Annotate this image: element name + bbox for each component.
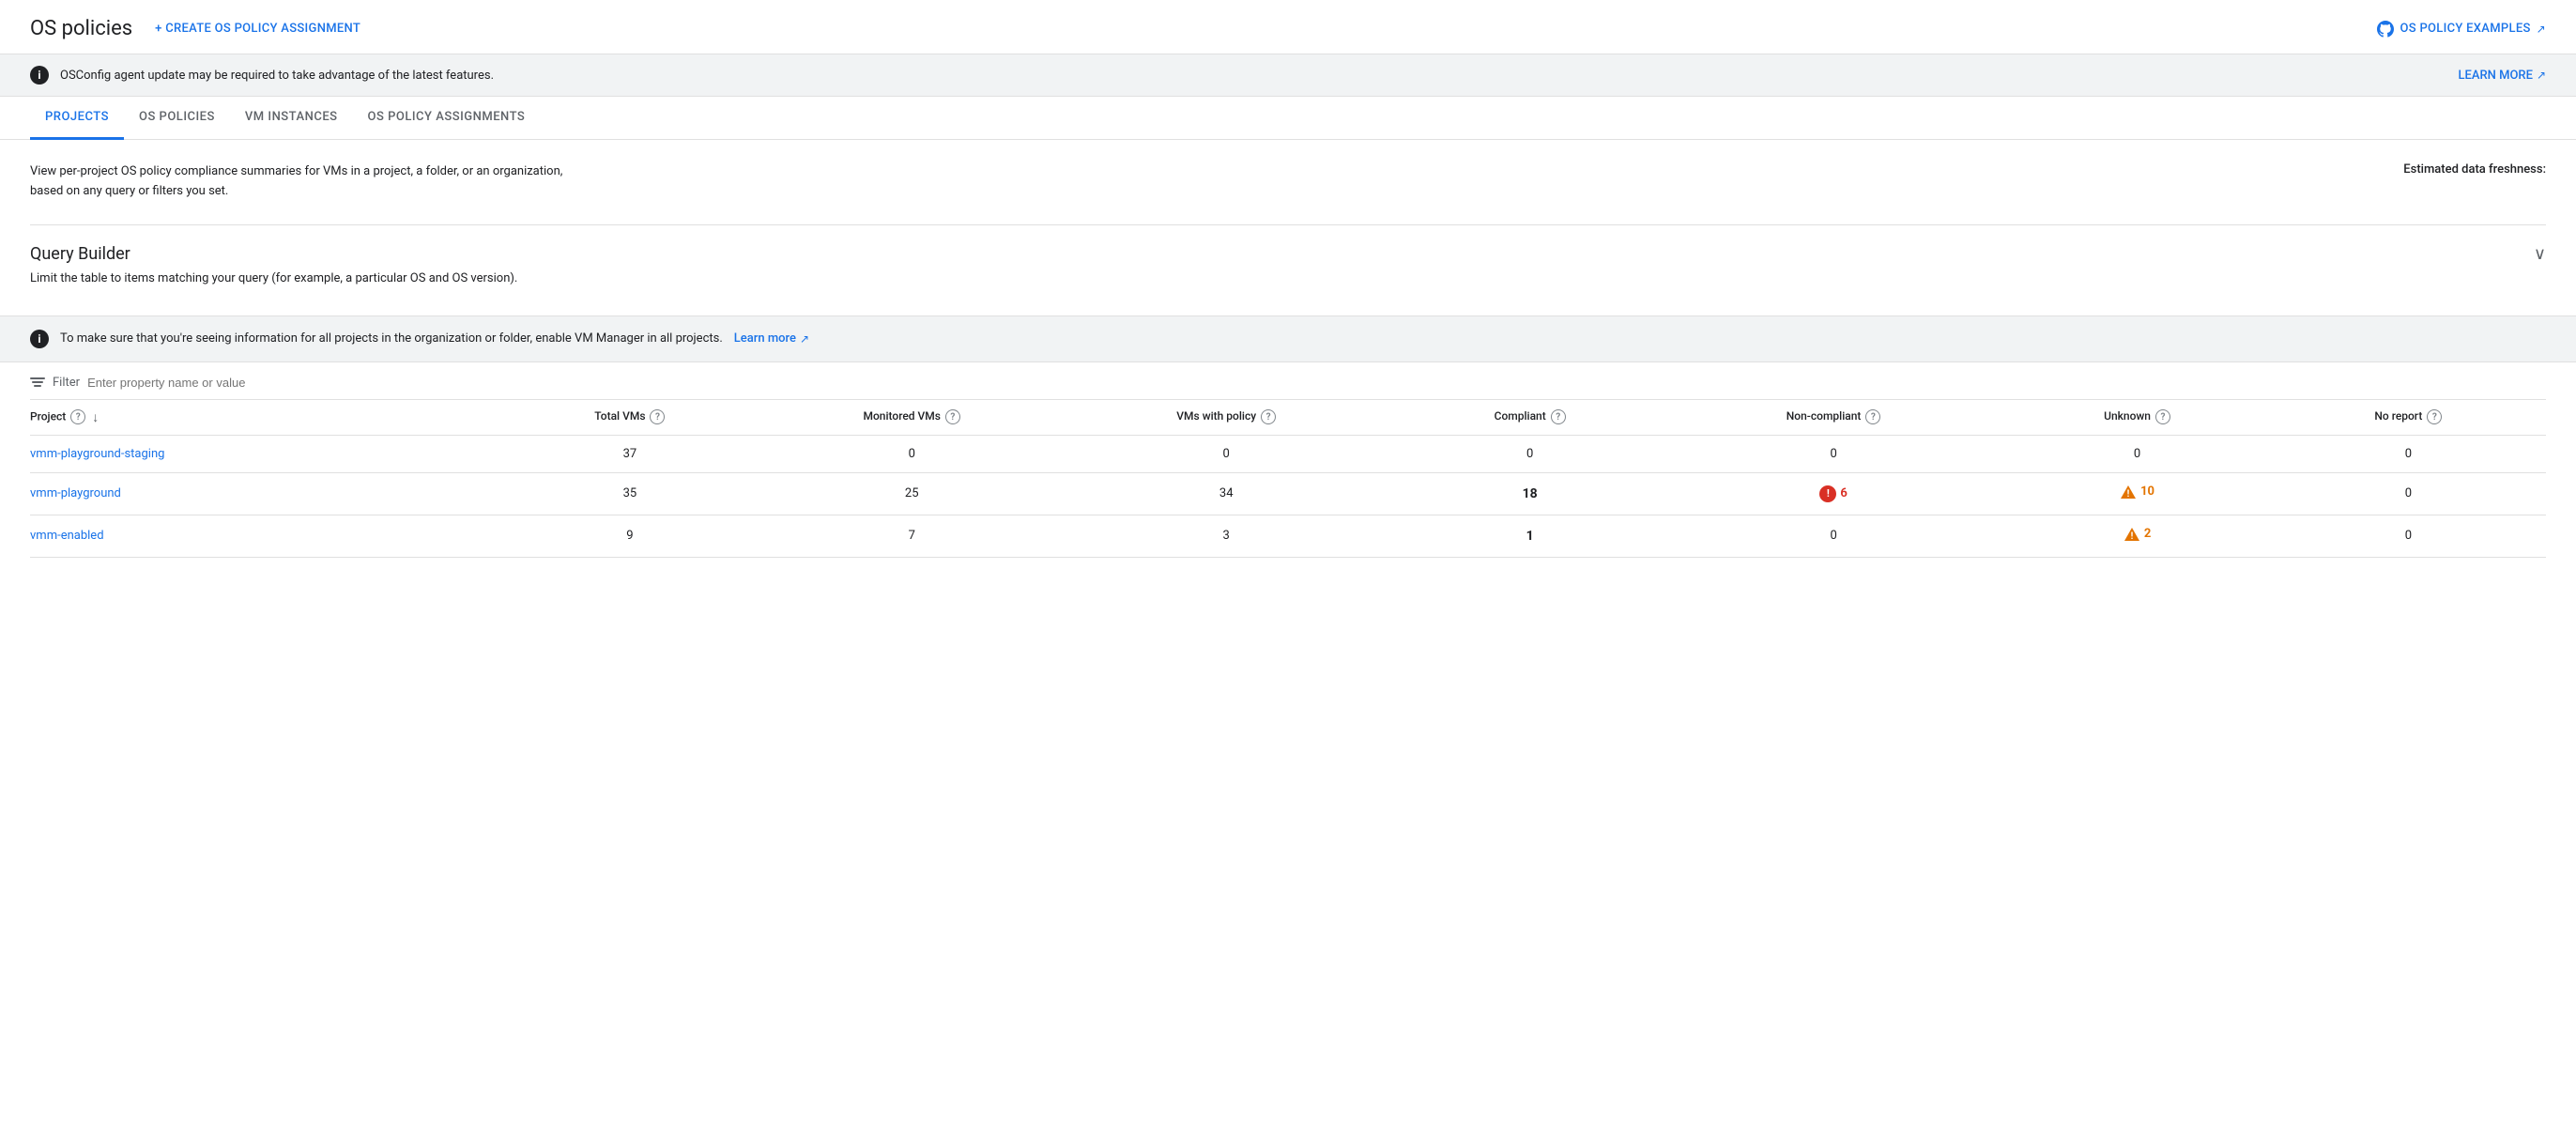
col-header-total-vms: Total VMs ? <box>507 400 767 436</box>
filter-bar: Filter <box>30 362 2546 400</box>
query-builder-title: Query Builder <box>30 244 130 264</box>
info-icon-1: i <box>30 66 49 85</box>
cell-noncompliant: 0 <box>1679 515 2004 557</box>
warning-triangle-icon: ! <box>2120 485 2137 500</box>
os-policy-examples-link[interactable]: OS POLICY EXAMPLES ↗ <box>2377 21 2546 38</box>
cell-compliant: 1 <box>1396 515 1678 557</box>
external-link-icon-2: ↗ <box>2537 69 2546 82</box>
info-banner-1: i OSConfig agent update may be required … <box>0 54 2576 97</box>
table-row: vmm-enabled97310! 20 <box>30 515 2546 557</box>
filter-label: Filter <box>53 376 80 390</box>
banner1-learn-more[interactable]: LEARN MORE ↗ <box>2458 69 2546 83</box>
unknown-badge: ! 10 <box>2120 485 2154 500</box>
banner1-text: OSConfig agent update may be required to… <box>60 69 494 83</box>
page-title: OS policies <box>30 17 132 40</box>
cell-noncompliant: 0 <box>1679 435 2004 472</box>
help-icon-vms-with-policy[interactable]: ? <box>1261 409 1276 424</box>
help-icon-monitored-vms[interactable]: ? <box>945 409 960 424</box>
content-top-row: View per-project OS policy compliance su… <box>30 162 2546 202</box>
col-header-compliant: Compliant ? <box>1396 400 1678 436</box>
unknown-badge: ! 2 <box>2124 527 2151 542</box>
cell-no-report: 0 <box>2286 472 2546 515</box>
cell-project: vmm-playground-staging <box>30 435 507 472</box>
cell-unknown: 0 <box>2003 435 2285 472</box>
project-link[interactable]: vmm-enabled <box>30 529 104 543</box>
cell-monitored-vms: 0 <box>768 435 1071 472</box>
cell-total-vms: 35 <box>507 472 767 515</box>
projects-table: Project ? ↓ Total VMs ? Monitored VMs ? … <box>30 400 2546 558</box>
cell-no-report: 0 <box>2286 435 2546 472</box>
cell-noncompliant: ! 6 <box>1679 472 2004 515</box>
chevron-down-icon[interactable]: ∨ <box>2534 244 2546 264</box>
page-header: OS policies + CREATE OS POLICY ASSIGNMEN… <box>0 0 2576 54</box>
project-link[interactable]: vmm-playground-staging <box>30 447 164 461</box>
main-content: View per-project OS policy compliance su… <box>0 140 2576 558</box>
cell-compliant: 0 <box>1396 435 1678 472</box>
github-icon <box>2377 21 2394 38</box>
cell-compliant: 18 <box>1396 472 1678 515</box>
banner2-learn-more[interactable]: Learn more ↗ <box>734 331 809 346</box>
page-description: View per-project OS policy compliance su… <box>30 162 593 202</box>
col-header-unknown: Unknown ? <box>2003 400 2285 436</box>
col-header-noncompliant: Non-compliant ? <box>1679 400 2004 436</box>
noncompliant-badge: ! 6 <box>1819 485 1847 502</box>
query-builder-description: Limit the table to items matching your q… <box>30 271 2546 285</box>
filter-icon: Filter <box>30 376 80 390</box>
tab-os-policy-assignments[interactable]: OS POLICY ASSIGNMENTS <box>353 97 541 140</box>
help-icon-project[interactable]: ? <box>70 409 85 424</box>
external-link-icon: ↗ <box>2537 23 2546 36</box>
filter-input[interactable] <box>87 376 2546 390</box>
help-icon-total-vms[interactable]: ? <box>650 409 665 424</box>
freshness-label: Estimated data freshness: <box>2403 162 2546 177</box>
table-container: Project ? ↓ Total VMs ? Monitored VMs ? … <box>30 400 2546 558</box>
info-icon-2: i <box>30 330 49 348</box>
sort-icon-project[interactable]: ↓ <box>92 409 99 425</box>
header-left: OS policies + CREATE OS POLICY ASSIGNMEN… <box>30 17 360 40</box>
tab-vm-instances[interactable]: VM INSTANCES <box>230 97 353 140</box>
cell-vms-with-policy: 0 <box>1071 435 1397 472</box>
filter-lines-icon <box>30 377 45 387</box>
cell-no-report: 0 <box>2286 515 2546 557</box>
cell-project: vmm-playground <box>30 472 507 515</box>
table-row: vmm-playground-staging37000000 <box>30 435 2546 472</box>
help-icon-compliant[interactable]: ? <box>1551 409 1566 424</box>
error-icon: ! <box>1819 485 1836 502</box>
query-builder-header: Query Builder ∨ <box>30 244 2546 264</box>
svg-text:!: ! <box>2130 531 2133 542</box>
col-header-monitored-vms: Monitored VMs ? <box>768 400 1071 436</box>
cell-monitored-vms: 7 <box>768 515 1071 557</box>
col-header-project: Project ? ↓ <box>30 400 507 436</box>
create-os-policy-link[interactable]: + CREATE OS POLICY ASSIGNMENT <box>155 22 360 36</box>
help-icon-no-report[interactable]: ? <box>2427 409 2442 424</box>
cell-unknown: ! 2 <box>2003 515 2285 557</box>
project-link[interactable]: vmm-playground <box>30 486 121 500</box>
cell-total-vms: 9 <box>507 515 767 557</box>
cell-vms-with-policy: 34 <box>1071 472 1397 515</box>
cell-vms-with-policy: 3 <box>1071 515 1397 557</box>
cell-monitored-vms: 25 <box>768 472 1071 515</box>
cell-total-vms: 37 <box>507 435 767 472</box>
table-row: vmm-playground 35253418 ! 6 ! 10 0 <box>30 472 2546 515</box>
col-header-no-report: No report ? <box>2286 400 2546 436</box>
tab-os-policies[interactable]: OS POLICIES <box>124 97 230 140</box>
warning-triangle-icon: ! <box>2124 527 2140 542</box>
help-icon-unknown[interactable]: ? <box>2155 409 2170 424</box>
svg-text:!: ! <box>2127 489 2130 500</box>
cell-project: vmm-enabled <box>30 515 507 557</box>
table-header-row: Project ? ↓ Total VMs ? Monitored VMs ? … <box>30 400 2546 436</box>
cell-unknown: ! 10 <box>2003 472 2285 515</box>
tab-projects[interactable]: PROJECTS <box>30 97 124 140</box>
help-icon-noncompliant[interactable]: ? <box>1865 409 1880 424</box>
col-header-vms-with-policy: VMs with policy ? <box>1071 400 1397 436</box>
query-builder: Query Builder ∨ Limit the table to items… <box>30 224 2546 300</box>
banner2-text: To make sure that you're seeing informat… <box>60 331 723 346</box>
tabs-bar: PROJECTS OS POLICIES VM INSTANCES OS POL… <box>0 97 2576 140</box>
external-link-icon-3: ↗ <box>800 332 809 346</box>
info-banner-2: i To make sure that you're seeing inform… <box>0 315 2576 362</box>
